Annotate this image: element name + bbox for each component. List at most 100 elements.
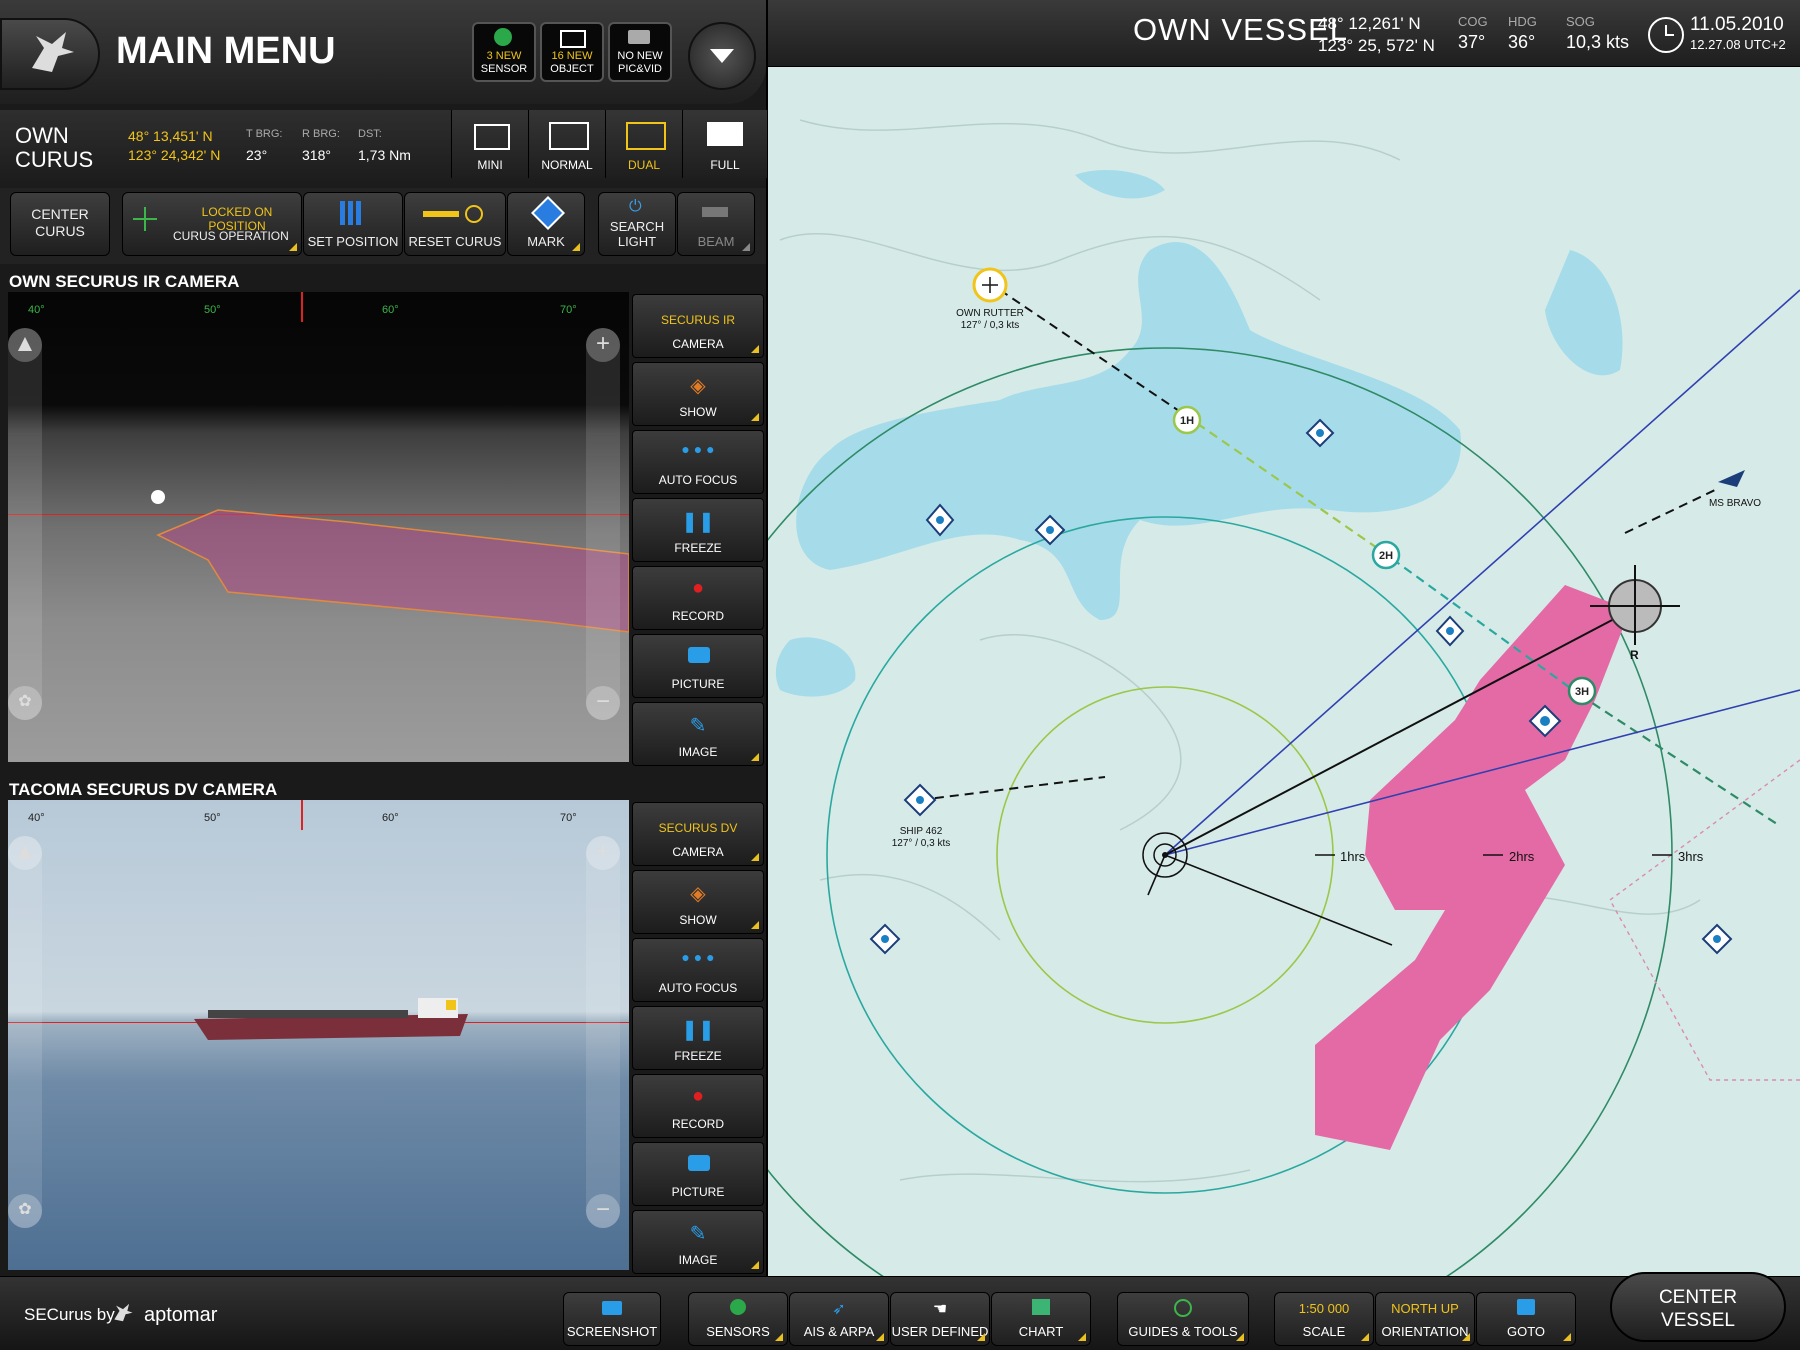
dv-record-button[interactable]: ● RECORD [632, 1074, 764, 1138]
screenshot-button[interactable]: SCREENSHOT [563, 1292, 661, 1346]
orientation-button[interactable]: NORTH UP ORIENTATION [1375, 1292, 1475, 1346]
ir-picture-button[interactable]: PICTURE [632, 634, 764, 698]
ir-image-button[interactable]: ✎ IMAGE [632, 702, 764, 766]
globe-sensor-icon [494, 28, 512, 46]
dv-image-button[interactable]: ✎ IMAGE [632, 1210, 764, 1274]
ir-camera-select-button[interactable]: SECURUS IR CAMERA [632, 294, 764, 358]
image-adjust-icon: ✎ [689, 1223, 707, 1245]
hand-icon: ☚ [932, 1301, 948, 1318]
dv-autofocus-button[interactable]: ● ● ● AUTO FOCUS [632, 938, 764, 1002]
eagle-brand-icon [110, 1300, 136, 1326]
own-rutter-label: OWN RUTTER [956, 308, 1024, 319]
ir-camera-feed[interactable]: 40° 50° 60° 70° ▲ ✿ + − [8, 292, 629, 762]
dv-freeze-button[interactable]: ❚❚ FREEZE [632, 1006, 764, 1070]
hdg-label: HDG [1508, 14, 1537, 29]
dv-zoom-slider-left[interactable]: ▲ ✿ [8, 836, 42, 1228]
cog-value: 37° [1458, 32, 1486, 52]
center-curus-button[interactable]: CENTER CURUS [10, 192, 110, 256]
ir-record-button[interactable]: ● RECORD [632, 566, 764, 630]
main-menu-title[interactable]: MAIN MENU [116, 30, 336, 73]
tulip-icon: ✿ [8, 1194, 42, 1228]
dv-camera-select-button[interactable]: SECURUS DV CAMERA [632, 802, 764, 866]
dv-camera-title: TACOMA SECURUS DV CAMERA [9, 780, 278, 799]
ir-camera-title: OWN SECURUS IR CAMERA [9, 272, 240, 291]
record-icon: ● [691, 1085, 705, 1107]
view-full-button[interactable]: FULL [682, 110, 767, 178]
goto-icon [1517, 1299, 1535, 1315]
guides-tools-button[interactable]: GUIDES & TOOLS [1117, 1292, 1249, 1346]
power-icon: ⏻ [629, 198, 642, 215]
dropdown-button[interactable] [688, 22, 756, 90]
dv-camera-feed[interactable]: 40° 50° 60° 70° ▲ ✿ + − [8, 800, 629, 1270]
view-dual-button[interactable]: DUAL [605, 110, 682, 178]
ir-freeze-button[interactable]: ❚❚ FREEZE [632, 498, 764, 562]
goto-button[interactable]: GOTO [1476, 1292, 1576, 1346]
pause-icon: ❚❚ [681, 1019, 715, 1041]
layers-icon: ◈ [690, 375, 706, 397]
mark-button[interactable]: MARK [507, 192, 585, 256]
left-panel: MAIN MENU 3 NEW SENSOR 16 NEW OBJECT NO NE… [0, 0, 768, 1276]
mountain-icon: ▲ [8, 836, 42, 870]
main-menu-logo-button[interactable] [0, 18, 100, 90]
dual-view-icon [626, 122, 666, 150]
ir-zoom-slider-right[interactable]: + − [586, 328, 620, 720]
set-position-button[interactable]: SET POSITION [303, 192, 403, 256]
rbrg-label: R BRG: [302, 128, 340, 140]
scale-button[interactable]: 1:50 000 SCALE [1274, 1292, 1374, 1346]
curus-name: OWN CURUS [15, 123, 94, 172]
curus-lat: 48° 13,451' N [128, 128, 213, 144]
own-vessel-title: OWN VESSEL [1133, 12, 1348, 47]
range-2hrs: 2hrs [1509, 849, 1535, 864]
chevron-down-icon [710, 49, 734, 63]
cog-label: COG [1458, 14, 1488, 29]
image-adjust-icon: ✎ [689, 715, 707, 737]
dv-picture-button[interactable]: PICTURE [632, 1142, 764, 1206]
tanker-ship-image [194, 998, 468, 1040]
waypoint-1h: 1H [1180, 415, 1194, 427]
sog-value: 10,3 kts [1566, 32, 1630, 52]
view-mini-button[interactable]: MINI [451, 110, 528, 178]
camera-icon [602, 1301, 622, 1315]
zoom-in-icon: + [586, 836, 620, 870]
record-icon: ● [691, 577, 705, 599]
camera-icon [688, 647, 710, 663]
range-3hrs: 3hrs [1678, 849, 1704, 864]
ms-bravo-label: MS BRAVO [1709, 498, 1761, 509]
date-display: 11.05.2010 [1690, 14, 1784, 35]
curus-marker-label: R [1630, 648, 1639, 662]
sensors-button[interactable]: SENSORS [688, 1292, 788, 1346]
mark-diamond-icon [531, 196, 565, 230]
ship-462-label: SHIP 462 [900, 826, 943, 837]
mini-view-icon [474, 124, 510, 150]
dv-show-button[interactable]: ◈ SHOW [632, 870, 764, 934]
own-rutter-marker [972, 267, 1008, 303]
ir-autofocus-button[interactable]: ● ● ● AUTO FOCUS [632, 430, 764, 494]
zoom-in-icon: + [586, 328, 620, 362]
tbrg-label: T BRG: [246, 128, 283, 140]
chart-button[interactable]: CHART [991, 1292, 1091, 1346]
rbrg-value: 318° [302, 147, 331, 163]
chart-icon [1032, 1299, 1050, 1315]
clock-icon [1648, 17, 1684, 53]
ir-zoom-slider-left[interactable]: ▲ ✿ [8, 328, 42, 720]
ais-arpa-button[interactable]: ➶ AIS & ARPA [789, 1292, 889, 1346]
beam-button[interactable]: BEAM [677, 192, 755, 256]
zoom-out-icon: − [586, 1194, 620, 1228]
sensor-notification[interactable]: 3 NEW SENSOR [472, 22, 536, 82]
dv-zoom-slider-right[interactable]: + − [586, 836, 620, 1228]
view-normal-button[interactable]: NORMAL [528, 110, 605, 178]
ir-show-button[interactable]: ◈ SHOW [632, 362, 764, 426]
search-light-button[interactable]: ⏻ SEARCH LIGHT [598, 192, 676, 256]
object-notification[interactable]: 16 NEW OBJECT [540, 22, 604, 82]
user-defined-button[interactable]: ☚ USER DEFINED [890, 1292, 990, 1346]
camera-icon [688, 1155, 710, 1171]
curus-operation-button[interactable]: LOCKED ON POSITION CURUS OPERATION [122, 192, 302, 256]
reset-curus-button[interactable]: RESET CURUS [404, 192, 506, 256]
tbrg-value: 23° [246, 147, 268, 163]
waypoint-2h: 2H [1379, 550, 1393, 562]
brand-text: SECurus by [24, 1305, 115, 1324]
camera-list-icon [628, 30, 650, 44]
grid-icon [340, 201, 364, 225]
picvid-notification[interactable]: NO NEW PIC&VID [608, 22, 672, 82]
center-vessel-button[interactable]: CENTER VESSEL [1610, 1272, 1786, 1342]
